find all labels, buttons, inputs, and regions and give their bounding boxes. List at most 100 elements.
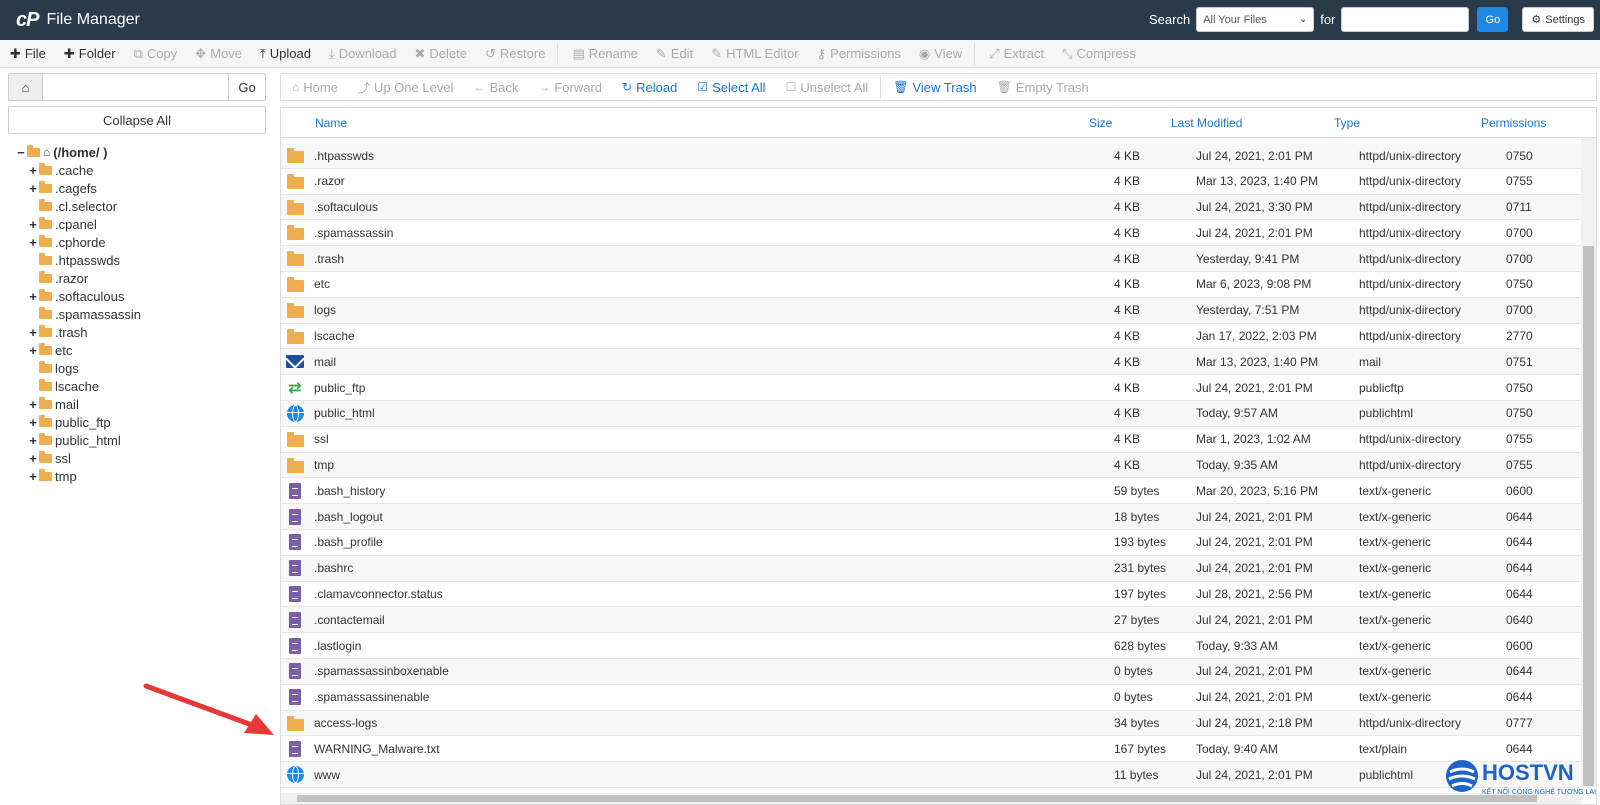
col-header-size[interactable]: Size <box>1089 108 1112 138</box>
nav-view-trash-button[interactable]: 🗑 View Trash <box>893 80 976 95</box>
tree-item[interactable]: + etc <box>16 341 266 359</box>
tree-item[interactable]: .spamassassin <box>16 305 266 323</box>
toolbar-edit-button[interactable]: ✎ Edit <box>656 46 693 62</box>
table-row[interactable]: .lastlogin 628 bytes Today, 9:33 AM text/x-… <box>281 633 1581 659</box>
expand-icon[interactable]: + <box>28 217 38 232</box>
expand-icon[interactable]: + <box>28 289 38 304</box>
table-row[interactable]: .spamassassinboxenable 0 bytes Jul 24, 202… <box>281 658 1581 685</box>
table-row[interactable]: .trash 4 KB Yesterday, 9:41 PM httpd/unix-d… <box>281 246 1581 272</box>
toolbar-download-button[interactable]: ⤓ Download <box>329 46 397 62</box>
table-row[interactable]: .spamassassinenable 0 bytes Jul 24, 2021, … <box>281 685 1581 711</box>
tree-item[interactable]: + .softaculous <box>16 287 266 305</box>
settings-button[interactable]: ⚙ Settings <box>1522 7 1594 32</box>
table-row[interactable]: .contactemail 27 bytes Jul 24, 2021, 2:01 … <box>281 607 1581 634</box>
table-row[interactable]: public_html 4 KB Today, 9:57 AM publichtml 0… <box>281 400 1581 427</box>
path-input[interactable] <box>43 74 229 100</box>
tree-item[interactable]: + .cagefs <box>16 179 266 197</box>
nav-select-all-button[interactable]: ☑ Select All <box>697 80 765 95</box>
col-header-type[interactable]: Type <box>1334 108 1360 138</box>
table-row[interactable]: mail 4 KB Mar 13, 2023, 1:40 PM mail 0751 <box>281 349 1581 376</box>
collapse-icon[interactable]: − <box>16 145 26 160</box>
scrollbar-thumb[interactable] <box>297 795 1537 802</box>
expand-icon[interactable]: + <box>28 415 38 430</box>
nav-unselect-all-button[interactable]: ☐ Unselect All <box>786 80 869 95</box>
tree-item[interactable]: .htpasswds <box>16 251 266 269</box>
tree-item[interactable]: + public_html <box>16 431 266 449</box>
table-row[interactable]: ssl 4 KB Mar 1, 2023, 1:02 AM httpd/unix-di… <box>281 427 1581 453</box>
table-row[interactable]: .spamassassin 4 KB Jul 24, 2021, 2:01 PM ht… <box>281 220 1581 247</box>
toolbar-compress-button[interactable]: ⤡ Compress <box>1062 46 1136 62</box>
table-row[interactable]: .bash_logout 18 bytes Jul 24, 2021, 2:01 P… <box>281 504 1581 530</box>
table-row[interactable]: WARNING_Malware.txt 167 bytes Today, 9:40 … <box>281 736 1581 763</box>
search-go-button[interactable]: Go <box>1477 7 1509 32</box>
nav-reload-button[interactable]: ↻ Reload <box>622 80 677 95</box>
expand-icon[interactable]: + <box>28 163 38 178</box>
table-row[interactable]: tmp 4 KB Today, 9:35 AM httpd/unix-director… <box>281 452 1581 479</box>
nav-up-one-level-button[interactable]: ⤴ Up One Level <box>358 79 454 96</box>
toolbar-file-button[interactable]: ✚ File <box>10 46 46 62</box>
col-header-name[interactable]: Name <box>315 108 347 138</box>
table-row[interactable]: .bashrc 231 bytes Jul 24, 2021, 2:01 PM tex… <box>281 555 1581 582</box>
tree-root[interactable]: − ⌂ (/home/ ) <box>16 143 266 161</box>
expand-icon[interactable]: + <box>28 235 38 250</box>
search-input[interactable] <box>1341 7 1470 32</box>
expand-icon[interactable]: + <box>28 325 38 340</box>
nav-empty-trash-button[interactable]: 🗑 Empty Trash <box>997 80 1089 95</box>
search-scope-select[interactable]: All Your Files ⌄ <box>1196 7 1315 32</box>
toolbar-rename-button[interactable]: ▤ Rename <box>572 46 637 62</box>
tree-item[interactable]: .cl.selector <box>16 197 266 215</box>
path-go-button[interactable]: Go <box>229 74 265 100</box>
collapse-all-button[interactable]: Collapse All <box>8 106 266 134</box>
nav-back-button[interactable]: ← Back <box>473 80 518 95</box>
table-row[interactable]: .htpasswds 4 KB Jul 24, 2021, 2:01 PM httpd… <box>281 143 1581 169</box>
toolbar-folder-button[interactable]: ✚ Folder <box>64 46 116 62</box>
tree-item[interactable]: .razor <box>16 269 266 287</box>
toolbar-html-editor-button[interactable]: ✎ HTML Editor <box>711 46 798 62</box>
cpanel-logo[interactable]: cP File Manager <box>16 9 140 32</box>
tree-item[interactable]: + .trash <box>16 323 266 341</box>
expand-icon[interactable]: + <box>28 397 38 412</box>
nav-home-button[interactable]: ⌂ Home <box>292 80 338 95</box>
toolbar-delete-button[interactable]: ✖ Delete <box>415 46 467 62</box>
tree-item[interactable]: lscache <box>16 377 266 395</box>
toolbar-extract-button[interactable]: ⤢ Extract <box>989 46 1044 62</box>
tree-item[interactable]: + .cpanel <box>16 215 266 233</box>
toolbar-upload-button[interactable]: ⤒ Upload <box>260 46 311 62</box>
tree-item[interactable]: + ssl <box>16 449 266 467</box>
horizontal-scrollbar[interactable] <box>281 793 1581 804</box>
scrollbar-thumb[interactable] <box>1583 246 1594 786</box>
file-name: logs <box>314 303 337 318</box>
table-row[interactable]: .softaculous 4 KB Jul 24, 2021, 3:30 PM htt… <box>281 194 1581 221</box>
expand-icon[interactable]: + <box>28 181 38 196</box>
nav-forward-button[interactable]: → Forward <box>538 80 602 95</box>
expand-icon[interactable]: + <box>28 451 38 466</box>
table-row[interactable]: logs 4 KB Yesterday, 7:51 PM httpd/unix-dir… <box>281 297 1581 324</box>
expand-icon[interactable]: + <box>28 433 38 448</box>
tree-item[interactable]: + tmp <box>16 467 266 485</box>
table-row[interactable]: .clamavconnector.status 197 bytes Jul 28, … <box>281 582 1581 608</box>
toolbar-view-button[interactable]: ◉ View <box>919 46 962 62</box>
toolbar-copy-button[interactable]: ⧉ Copy <box>134 46 178 62</box>
table-row[interactable]: .razor 4 KB Mar 13, 2023, 1:40 PM httpd/uni… <box>281 169 1581 195</box>
table-row[interactable]: lscache 4 KB Jan 17, 2022, 2:03 PM httpd/un… <box>281 324 1581 350</box>
table-row[interactable]: www 11 bytes Jul 24, 2021, 2:01 PM publicht… <box>281 762 1581 788</box>
tree-item[interactable]: + public_ftp <box>16 413 266 431</box>
toolbar-move-button[interactable]: ✥ Move <box>195 46 242 62</box>
tree-item[interactable]: + mail <box>16 395 266 413</box>
vertical-scrollbar[interactable] <box>1581 138 1596 788</box>
col-header-permissions[interactable]: Permissions <box>1481 108 1546 138</box>
toolbar-permissions-button[interactable]: ⚷ Permissions <box>817 46 901 62</box>
table-row[interactable]: .bash_history 59 bytes Mar 20, 2023, 5:16 … <box>281 478 1581 505</box>
col-header-modified[interactable]: Last Modified <box>1171 108 1242 138</box>
expand-icon[interactable]: + <box>28 343 38 358</box>
expand-icon[interactable]: + <box>28 469 38 484</box>
table-row[interactable]: ⇄ public_ftp 4 KB Jul 24, 2021, 2:01 PM publ… <box>281 375 1581 401</box>
table-row[interactable]: .bash_profile 193 bytes Jul 24, 2021, 2:01… <box>281 530 1581 556</box>
home-icon[interactable]: ⌂ <box>9 74 43 100</box>
tree-item[interactable]: logs <box>16 359 266 377</box>
toolbar-restore-button[interactable]: ↺ Restore <box>485 46 545 62</box>
table-row[interactable]: etc 4 KB Mar 6, 2023, 9:08 PM httpd/unix-di… <box>281 272 1581 298</box>
tree-item[interactable]: + .cphorde <box>16 233 266 251</box>
tree-item[interactable]: + .cache <box>16 161 266 179</box>
table-row[interactable]: access-logs 34 bytes Jul 24, 2021, 2:18 PM… <box>281 710 1581 737</box>
